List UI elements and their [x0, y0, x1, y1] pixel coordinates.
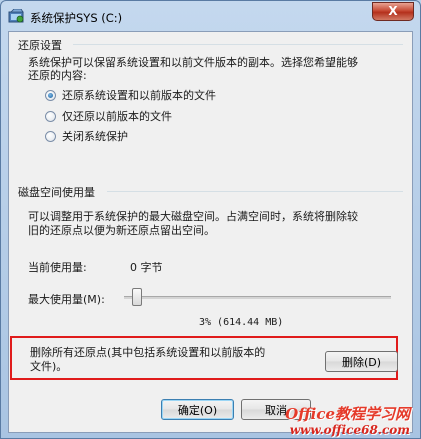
radio-selected-icon[interactable] — [45, 89, 56, 101]
title-bar[interactable]: 系统保护SYS (C:) X — [1, 1, 420, 31]
disk-usage-heading: 磁盘空间使用量 — [18, 186, 95, 199]
window-title: 系统保护SYS (C:) — [30, 11, 123, 25]
max-usage-slider-track[interactable] — [124, 296, 391, 299]
max-usage-label: 最大使用量(M): — [28, 293, 105, 306]
section-divider — [73, 44, 403, 45]
option-label: 关闭系统保护 — [62, 130, 128, 143]
disk-usage-description-line2: 旧的还原点以便为新还原点留出空间。 — [28, 224, 215, 237]
option-label: 仅还原以前版本的文件 — [62, 110, 172, 123]
delete-description-line2: 文件)。 — [30, 360, 68, 373]
delete-button[interactable]: 删除(D) — [325, 351, 398, 372]
option-turn-off-protection[interactable]: 关闭系统保护 — [45, 128, 128, 144]
system-protection-icon — [8, 9, 24, 23]
ok-button[interactable]: 确定(O) — [161, 399, 234, 420]
option-label: 还原系统设置和以前版本的文件 — [62, 89, 216, 102]
delete-highlight-box: 删除所有还原点(其中包括系统设置和以前版本的 文件)。 删除(D) — [10, 336, 398, 380]
current-usage-value: 0 字节 — [130, 261, 163, 274]
dialog-window: 系统保护SYS (C:) X 还原设置 系统保护可以保留系统设置和以前文件版本的… — [0, 0, 421, 439]
section-divider — [107, 191, 403, 192]
radio-unselected-icon[interactable] — [45, 110, 56, 122]
watermark-url: www.office68.com — [289, 423, 410, 437]
close-button[interactable]: X — [372, 2, 414, 21]
max-usage-slider-thumb[interactable] — [131, 288, 142, 306]
current-usage-label: 当前使用量: — [28, 261, 87, 274]
slider-readout: 3% (614.44 MB) — [199, 317, 284, 328]
close-icon: X — [388, 4, 398, 18]
watermark-brand: Office教程学习网 — [285, 405, 410, 423]
restore-settings-heading: 还原设置 — [18, 39, 62, 52]
radio-unselected-icon[interactable] — [45, 130, 56, 142]
watermark-logo: Office教程学习网 www.office68.com — [285, 406, 410, 438]
option-restore-files-only[interactable]: 仅还原以前版本的文件 — [45, 108, 172, 124]
restore-description-line2: 还原的内容: — [28, 69, 87, 82]
option-restore-settings-and-files[interactable]: 还原系统设置和以前版本的文件 — [45, 87, 216, 103]
